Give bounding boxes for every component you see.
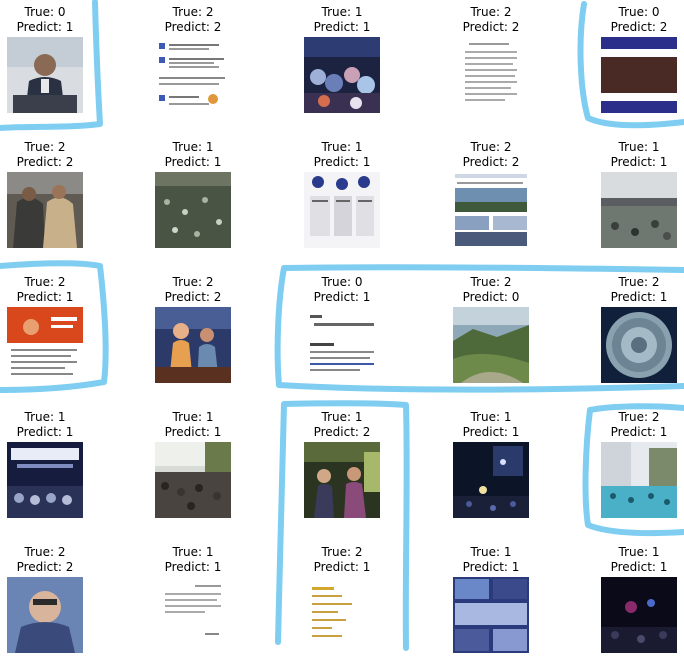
highlight-stroke-column-3 (275, 400, 410, 651)
